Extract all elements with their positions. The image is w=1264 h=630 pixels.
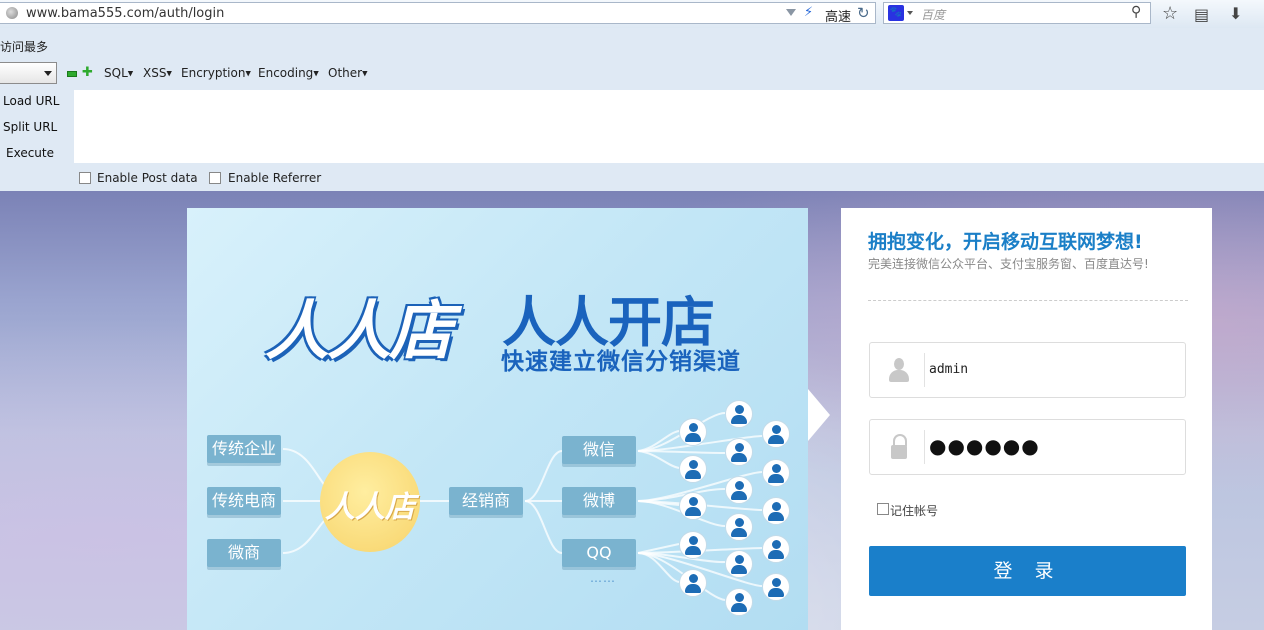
search-input[interactable]: 百度: [921, 6, 945, 23]
remember-account-checkbox[interactable]: [877, 503, 889, 515]
baidu-engine-icon[interactable]: 🐾: [888, 5, 904, 21]
execute-button[interactable]: Execute: [6, 146, 54, 160]
menu-encryption[interactable]: Encryption▼: [181, 66, 251, 80]
username-value[interactable]: admin: [929, 362, 968, 377]
url-text[interactable]: www.bama555.com/auth/login: [26, 6, 224, 21]
password-field[interactable]: ●●●●●●: [869, 419, 1186, 475]
load-url-button[interactable]: Load URL: [3, 94, 59, 108]
enable-post-data-label[interactable]: Enable Post data: [97, 171, 198, 185]
enable-post-data-checkbox[interactable]: [79, 172, 91, 184]
promo-banner: 人人店 人人开店 快速建立微信分销渠道 传统企业 传统电商 微商 人人店 经销商…: [187, 208, 808, 630]
address-bar[interactable]: www.bama555.com/auth/login ⚡ 高速 ↻: [0, 2, 876, 25]
engine-dropdown-icon[interactable]: [907, 11, 913, 15]
enable-referrer-label[interactable]: Enable Referrer: [228, 171, 321, 185]
tag-distributor: 经销商: [449, 487, 523, 515]
most-visited-bookmark[interactable]: 访问最多: [0, 38, 48, 55]
user-avatar-icon: [679, 569, 707, 597]
search-icon[interactable]: ⚲: [1131, 4, 1141, 20]
menu-xss[interactable]: XSS▼: [143, 66, 172, 80]
split-url-button[interactable]: Split URL: [3, 120, 57, 134]
navigation-toolbar: www.bama555.com/auth/login ⚡ 高速 ↻ 🐾 百度 ⚲…: [0, 0, 1264, 29]
bookmark-star-icon[interactable]: ☆: [1162, 3, 1178, 24]
lock-icon: [888, 433, 910, 461]
field-separator: [924, 430, 925, 464]
search-bar[interactable]: 🐾 百度 ⚲: [883, 2, 1151, 24]
tag-qq: QQ: [562, 539, 636, 567]
user-avatar-icon: [679, 492, 707, 520]
url-history-dropdown-icon[interactable]: [786, 9, 796, 16]
password-value[interactable]: ●●●●●●: [929, 434, 1040, 458]
tag-traditional-enterprise: 传统企业: [207, 435, 281, 463]
more-channels-ellipsis: ……: [590, 571, 616, 585]
tag-weibo: 微博: [562, 487, 636, 515]
user-avatar-icon: [762, 535, 790, 563]
username-field[interactable]: admin: [869, 342, 1186, 398]
user-avatar-icon: [725, 513, 753, 541]
user-avatar-icon: [762, 497, 790, 525]
hackbar-select[interactable]: [0, 62, 57, 84]
enable-referrer-checkbox[interactable]: [209, 172, 221, 184]
user-avatar-icon: [762, 420, 790, 448]
reload-icon[interactable]: ↻: [857, 4, 870, 22]
decrease-icon[interactable]: [67, 71, 77, 77]
speed-mode-icon[interactable]: ⚡: [804, 5, 818, 21]
login-panel: 拥抱变化，开启移动互联网梦想! 完美连接微信公众平台、支付宝服务窗、百度直达号!…: [841, 208, 1212, 630]
divider: [868, 300, 1188, 301]
login-button[interactable]: 登 录: [869, 546, 1186, 596]
diagram-connectors: [282, 412, 763, 601]
user-avatar-icon: [679, 455, 707, 483]
increase-icon[interactable]: ✚: [82, 65, 93, 80]
download-icon[interactable]: ⬇: [1229, 4, 1242, 23]
login-title: 拥抱变化，开启移动互联网梦想!: [868, 231, 1143, 253]
user-avatar-icon: [725, 550, 753, 578]
menu-other[interactable]: Other▼: [328, 66, 367, 80]
menu-encoding[interactable]: Encoding▼: [258, 66, 319, 80]
user-avatar-icon: [679, 531, 707, 559]
hackbar-panel: 访问最多 ✚ SQL▼ XSS▼ Encryption▼ Encoding▼ O…: [0, 28, 1264, 191]
user-avatar-icon: [725, 438, 753, 466]
user-avatar-icon: [725, 400, 753, 428]
remember-account-label[interactable]: 记住帐号: [890, 502, 938, 519]
page-background: 人人店 人人开店 快速建立微信分销渠道 传统企业 传统电商 微商 人人店 经销商…: [0, 191, 1264, 630]
user-avatar-icon: [725, 476, 753, 504]
globe-icon: [6, 7, 18, 19]
user-icon: [888, 356, 910, 384]
tag-traditional-ecommerce: 传统电商: [207, 487, 281, 515]
center-logo-circle: 人人店: [320, 452, 420, 552]
tag-wechat-merchant: 微商: [207, 539, 281, 567]
tag-wechat: 微信: [562, 436, 636, 464]
field-separator: [924, 353, 925, 387]
banner-pointer: [808, 389, 830, 441]
center-logo-text: 人人店: [325, 490, 415, 525]
bookmarks-menu-icon[interactable]: ▤: [1194, 5, 1209, 24]
user-avatar-icon: [679, 418, 707, 446]
user-avatar-icon: [725, 588, 753, 616]
hackbar-url-textarea[interactable]: [74, 90, 1264, 163]
speed-mode-label[interactable]: 高速: [825, 6, 851, 25]
menu-sql[interactable]: SQL▼: [104, 66, 133, 80]
select-arrow-icon: [44, 71, 52, 76]
user-avatar-icon: [762, 573, 790, 601]
user-avatar-icon: [762, 459, 790, 487]
login-subtitle: 完美连接微信公众平台、支付宝服务窗、百度直达号!: [868, 257, 1149, 271]
